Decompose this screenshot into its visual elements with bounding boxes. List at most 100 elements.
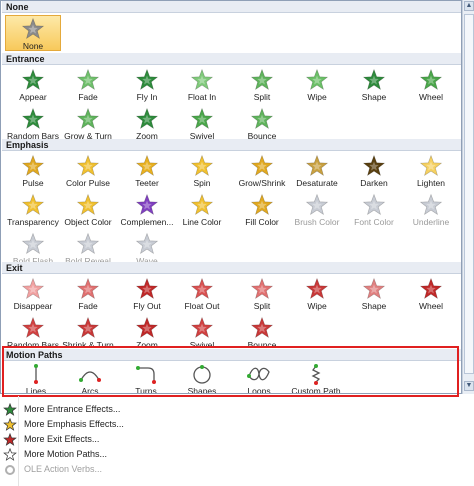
effect-label: Font Color: [354, 217, 394, 227]
effect-entrance-swivel[interactable]: Swivel: [174, 106, 230, 142]
effect-emphasis-line-color[interactable]: Line Color: [174, 192, 230, 228]
effect-label: Pulse: [22, 178, 44, 188]
effect-emphasis-transparency[interactable]: Transparency: [5, 192, 61, 228]
effect-emphasis-object-color[interactable]: Object Color: [60, 192, 116, 228]
star-icon: [135, 277, 159, 300]
star-icon: [135, 107, 159, 130]
effect-entrance-shape[interactable]: Shape: [346, 67, 402, 103]
effect-entrance-float-in[interactable]: Float In: [174, 67, 230, 103]
menu-item-more-emphasis-effects[interactable]: More Emphasis Effects...: [0, 417, 300, 432]
star-icon: [76, 193, 100, 216]
effect-emphasis-grow-shrink[interactable]: Grow/Shrink: [234, 153, 290, 189]
effect-exit-wheel[interactable]: Wheel: [403, 276, 459, 312]
effect-exit-shape[interactable]: Shape: [346, 276, 402, 312]
star-icon: [21, 232, 45, 255]
effect-exit-fade[interactable]: Fade: [60, 276, 116, 312]
effect-exit-float-out[interactable]: Float Out: [174, 276, 230, 312]
star-icon: [305, 154, 329, 177]
star-icon: [135, 154, 159, 177]
effect-label: Lighten: [417, 178, 445, 188]
motion-paths-highlight: [2, 346, 459, 397]
scroll-thumb[interactable]: [464, 14, 474, 374]
effect-label: Split: [253, 92, 271, 102]
menu-item-ole-action-verbs: OLE Action Verbs...: [0, 462, 300, 477]
star-icon: [190, 154, 214, 177]
effect-emphasis-color-pulse[interactable]: Color Pulse: [60, 153, 116, 189]
star-icon: [21, 277, 45, 300]
effect-label: Fade: [78, 92, 98, 102]
effect-label: Float Out: [184, 301, 220, 311]
menu-item-label: More Entrance Effects...: [24, 404, 121, 414]
effect-entrance-grow-turn[interactable]: Grow & Turn: [60, 106, 116, 142]
effect-entrance-random-bars[interactable]: Random Bars: [5, 106, 61, 142]
effect-emphasis-underline: Underline: [403, 192, 459, 228]
star-icon: [419, 68, 443, 91]
effect-label: Spin: [193, 178, 211, 188]
scroll-down-icon[interactable]: ▼: [464, 381, 474, 391]
star-icon: [419, 193, 443, 216]
star-icon: [76, 277, 100, 300]
effect-exit-fly-out[interactable]: Fly Out: [119, 276, 175, 312]
effect-label: Fly Out: [133, 301, 161, 311]
entrance-star-icon: [3, 403, 17, 416]
effect-none-none[interactable]: None: [5, 15, 61, 51]
effect-emphasis-font-color: Font Color: [346, 192, 402, 228]
effect-emphasis-complemen[interactable]: Complemen...: [119, 192, 175, 228]
star-icon: [305, 68, 329, 91]
effect-label: Fade: [78, 301, 98, 311]
effect-entrance-split[interactable]: Split: [234, 67, 290, 103]
star-icon: [190, 68, 214, 91]
effect-entrance-fade[interactable]: Fade: [60, 67, 116, 103]
effect-emphasis-fill-color[interactable]: Fill Color: [234, 192, 290, 228]
effect-entrance-zoom[interactable]: Zoom: [119, 106, 175, 142]
star-icon: [135, 316, 159, 339]
star-icon: [250, 193, 274, 216]
star-icon: [76, 232, 100, 255]
effect-label: Brush Color: [294, 217, 340, 227]
section-header-emphasis: Emphasis: [2, 139, 461, 151]
menu-item-more-motion-paths[interactable]: More Motion Paths...: [0, 447, 300, 462]
effect-label: Shape: [361, 92, 387, 102]
effect-label: Transparency: [7, 217, 59, 227]
star-icon: [76, 107, 100, 130]
effect-entrance-wheel[interactable]: Wheel: [403, 67, 459, 103]
effect-exit-split[interactable]: Split: [234, 276, 290, 312]
star-icon: [76, 154, 100, 177]
effect-label: Complemen...: [120, 217, 174, 227]
effect-exit-disappear[interactable]: Disappear: [5, 276, 61, 312]
star-icon: [135, 232, 159, 255]
star-icon: [76, 68, 100, 91]
scroll-up-icon[interactable]: ▲: [464, 1, 474, 11]
effect-label: Appear: [19, 92, 47, 102]
effect-entrance-appear[interactable]: Appear: [5, 67, 61, 103]
effect-entrance-wipe[interactable]: Wipe: [289, 67, 345, 103]
effect-entrance-fly-in[interactable]: Fly In: [119, 67, 175, 103]
star-icon: [21, 17, 45, 40]
star-icon: [21, 68, 45, 91]
effect-emphasis-brush-color: Brush Color: [289, 192, 345, 228]
effect-exit-wipe[interactable]: Wipe: [289, 276, 345, 312]
menu-item-more-exit-effects[interactable]: More Exit Effects...: [0, 432, 300, 447]
star-icon: [190, 107, 214, 130]
exit-star-icon: [3, 433, 17, 446]
effect-label: Disappear: [13, 301, 53, 311]
effect-emphasis-darken[interactable]: Darken: [346, 153, 402, 189]
effect-label: Grow/Shrink: [238, 178, 286, 188]
star-icon: [21, 316, 45, 339]
ole-gear-icon: [5, 465, 15, 475]
star-icon: [190, 193, 214, 216]
star-icon: [135, 68, 159, 91]
gallery-scrollbar[interactable]: ▲ ▼: [462, 0, 474, 394]
star-icon: [250, 107, 274, 130]
effect-label: Wipe: [307, 301, 327, 311]
effect-entrance-bounce[interactable]: Bounce: [234, 106, 290, 142]
star-icon: [190, 316, 214, 339]
effect-emphasis-desaturate[interactable]: Desaturate: [289, 153, 345, 189]
effect-label: Wheel: [418, 92, 444, 102]
effect-emphasis-spin[interactable]: Spin: [174, 153, 230, 189]
effect-label: Desaturate: [296, 178, 338, 188]
menu-item-more-entrance-effects[interactable]: More Entrance Effects...: [0, 402, 300, 417]
effect-emphasis-lighten[interactable]: Lighten: [403, 153, 459, 189]
effect-emphasis-pulse[interactable]: Pulse: [5, 153, 61, 189]
effect-emphasis-teeter[interactable]: Teeter: [119, 153, 175, 189]
